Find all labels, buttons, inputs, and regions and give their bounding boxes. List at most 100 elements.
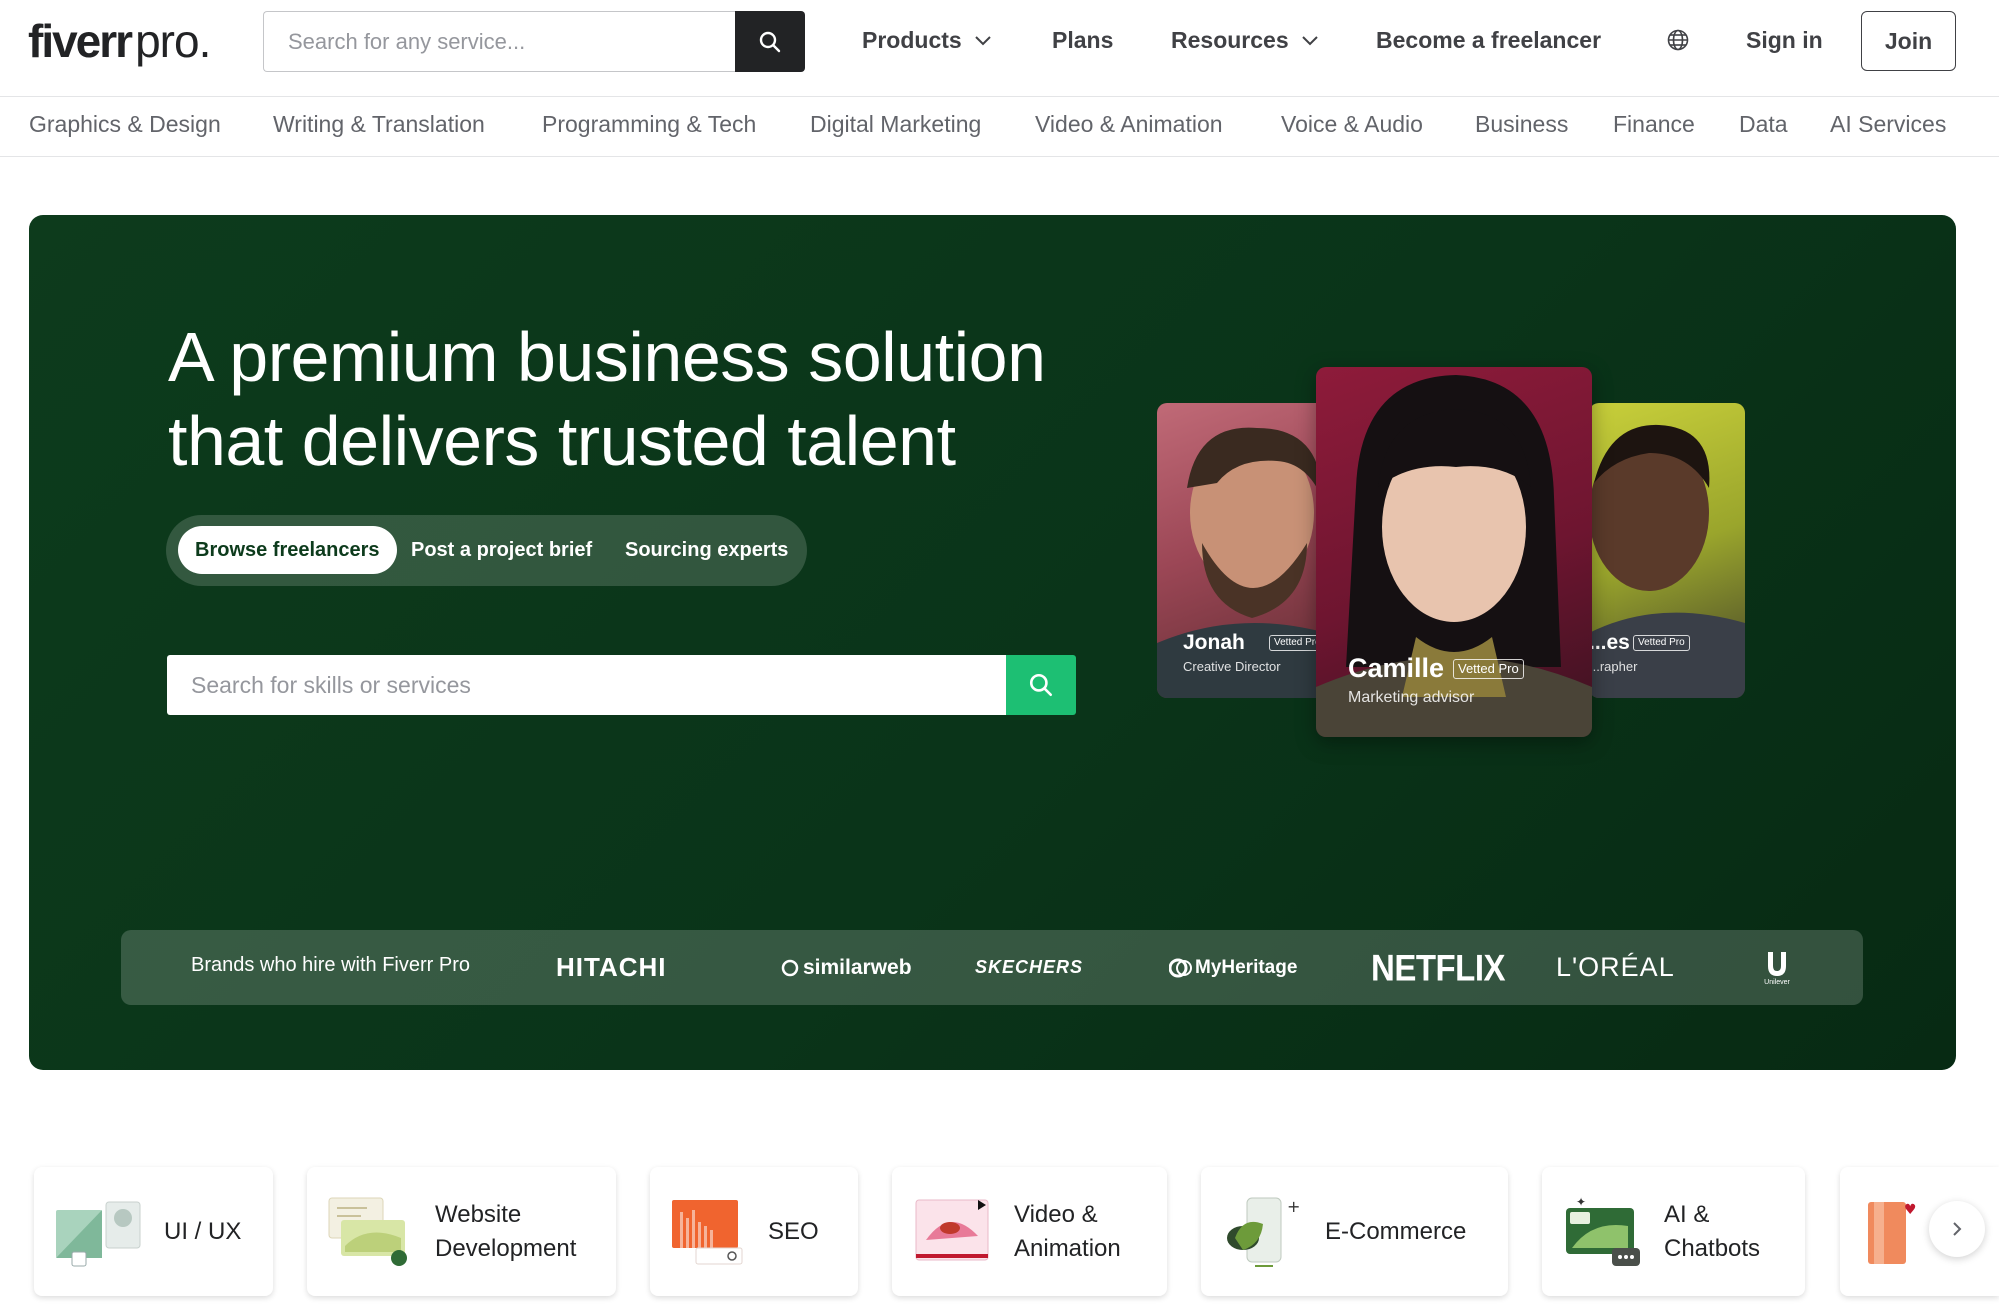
hero-tab-switcher: Browse freelancers Post a project brief … [166, 515, 807, 586]
myheritage-icon [1169, 958, 1192, 977]
vetted-pro-badge: Vetted Pro [1633, 635, 1690, 651]
hero-title-line1: A premium business solution [168, 318, 1046, 396]
freelancer-card-third[interactable]: ...es Vetted Pro ...rapher [1589, 403, 1745, 698]
service-label-line2: Development [435, 1234, 577, 1262]
service-label-line1: AI & [1664, 1200, 1710, 1228]
hero-title: A premium business solution that deliver… [168, 315, 1148, 483]
seo-illustration [672, 1199, 743, 1264]
freelancer-name: Jonah [1183, 631, 1245, 654]
category-programming-tech[interactable]: Programming & Tech [542, 111, 756, 138]
brand-myheritage-text: MyHeritage [1195, 956, 1298, 978]
service-label-line2: Chatbots [1664, 1234, 1761, 1262]
join-button[interactable]: Join [1861, 11, 1956, 71]
brand-logo-netflix: NETFLIX [1371, 946, 1506, 988]
hero-section: A premium business solution that deliver… [29, 215, 1956, 1070]
hero-search [167, 655, 1076, 715]
carousel-next-button[interactable] [1929, 1201, 1985, 1257]
brands-label: Brands who hire with Fiverr Pro [191, 954, 470, 976]
ai-chatbots-illustration: ✦ [1566, 1196, 1640, 1266]
brand-logo-unilever: Unilever [1762, 930, 1792, 1005]
hero-title-line2: that delivers trusted talent [168, 402, 956, 480]
logo-pro-text: pro. [135, 15, 211, 67]
category-menu: Graphics & Design Writing & Translation … [0, 97, 1999, 157]
nav-sign-in-label: Sign in [1746, 26, 1823, 53]
service-label: Video & Animation [1014, 1198, 1121, 1266]
category-video-animation[interactable]: Video & Animation [1035, 111, 1223, 138]
language-button[interactable] [1666, 0, 1690, 80]
nav-resources[interactable]: Resources [1171, 0, 1319, 80]
video-animation-illustration [915, 1199, 989, 1260]
service-label-line1: E-Commerce [1325, 1217, 1467, 1245]
category-voice-audio[interactable]: Voice & Audio [1281, 111, 1423, 138]
chevron-down-icon [1301, 36, 1318, 46]
tab-post-project-brief[interactable]: Post a project brief [411, 526, 592, 574]
brand-logo-hitachi: HITACHI [556, 952, 667, 982]
service-label: Website Development [435, 1198, 576, 1266]
brand-logo-similarweb: similarweb [781, 930, 912, 1005]
vetted-pro-badge: Vetted Pro [1453, 659, 1524, 679]
brands-strip: Brands who hire with Fiverr Pro HITACHI … [121, 930, 1863, 1005]
join-button-label: Join [1884, 27, 1933, 54]
nav-become-freelancer-label: Become a freelancer [1376, 26, 1602, 53]
website-development-illustration [328, 1197, 407, 1266]
e-commerce-illustration: + [1227, 1197, 1300, 1267]
category-digital-marketing[interactable]: Digital Marketing [810, 111, 981, 138]
unilever-icon [1768, 952, 1786, 976]
fiverr-pro-logo[interactable]: fiverr pro. [28, 14, 211, 70]
top-header: fiverr pro. Products Plans Resources Bec… [0, 0, 1999, 97]
search-icon [759, 31, 781, 52]
service-label-line2: Animation [1014, 1234, 1121, 1262]
header-search-button[interactable] [735, 11, 805, 72]
globe-icon [1667, 29, 1689, 51]
service-label-line1: SEO [768, 1217, 819, 1245]
service-label-line1: Website [435, 1200, 522, 1228]
tab-sourcing-experts[interactable]: Sourcing experts [625, 526, 788, 574]
service-card-ui-ux[interactable]: UI / UX [34, 1167, 273, 1296]
service-label: SEO [768, 1215, 819, 1249]
svg-text:♥: ♥ [1904, 1202, 1917, 1218]
ui-ux-illustration [56, 1201, 141, 1266]
chevron-right-icon [1953, 1222, 1962, 1236]
service-card-e-commerce[interactable]: + E-Commerce [1201, 1167, 1508, 1296]
search-icon [1029, 673, 1053, 697]
nav-plans[interactable]: Plans [1052, 0, 1113, 80]
category-business[interactable]: Business [1475, 111, 1568, 138]
svg-text:✦: ✦ [1576, 1196, 1586, 1209]
service-label: UI / UX [164, 1215, 241, 1249]
service-label: AI & Chatbots [1664, 1198, 1760, 1266]
category-finance[interactable]: Finance [1613, 111, 1695, 138]
brand-logo-skechers: SKECHERS [975, 957, 1084, 977]
category-writing-translation[interactable]: Writing & Translation [273, 111, 485, 138]
service-card-website-development[interactable]: Website Development [307, 1167, 616, 1296]
freelancer-card-camille[interactable]: Camille Vetted Pro Marketing advisor [1316, 367, 1592, 737]
hero-search-input[interactable] [167, 655, 1006, 715]
service-label: E-Commerce [1325, 1215, 1466, 1249]
nav-sign-in[interactable]: Sign in [1746, 0, 1823, 80]
service-card-ai-chatbots[interactable]: ✦ AI & Chatbots [1542, 1167, 1805, 1296]
header-search-input[interactable] [263, 11, 735, 72]
freelancer-role: ...rapher [1589, 659, 1638, 674]
category-ai-services[interactable]: AI Services [1830, 111, 1946, 138]
service-card-seo[interactable]: SEO [650, 1167, 858, 1296]
logo-main-text: fiverr [28, 15, 133, 67]
partial-service-illustration: ♥ [1868, 1201, 1917, 1264]
brand-similarweb-text: similarweb [803, 955, 912, 979]
hero-search-button[interactable] [1006, 655, 1076, 715]
similarweb-icon [781, 959, 799, 976]
service-label-line1: Video & [1014, 1200, 1098, 1228]
nav-products-label: Products [862, 26, 962, 53]
freelancer-name: Camille [1348, 653, 1445, 683]
freelancer-role: Creative Director [1183, 659, 1281, 674]
service-label-line1: UI / UX [164, 1217, 242, 1245]
brand-logo-loreal: L'ORÉAL [1556, 952, 1675, 982]
brand-unilever-text: Unilever [1764, 979, 1790, 986]
chevron-down-icon [974, 36, 991, 46]
nav-products[interactable]: Products [862, 0, 992, 80]
nav-become-freelancer[interactable]: Become a freelancer [1376, 0, 1601, 80]
freelancer-name: ...es [1589, 631, 1630, 654]
header-search [263, 11, 805, 72]
tab-browse-freelancers[interactable]: Browse freelancers [178, 526, 397, 574]
category-graphics-design[interactable]: Graphics & Design [29, 111, 221, 138]
service-card-video-animation[interactable]: Video & Animation [892, 1167, 1167, 1296]
category-data[interactable]: Data [1739, 111, 1788, 138]
